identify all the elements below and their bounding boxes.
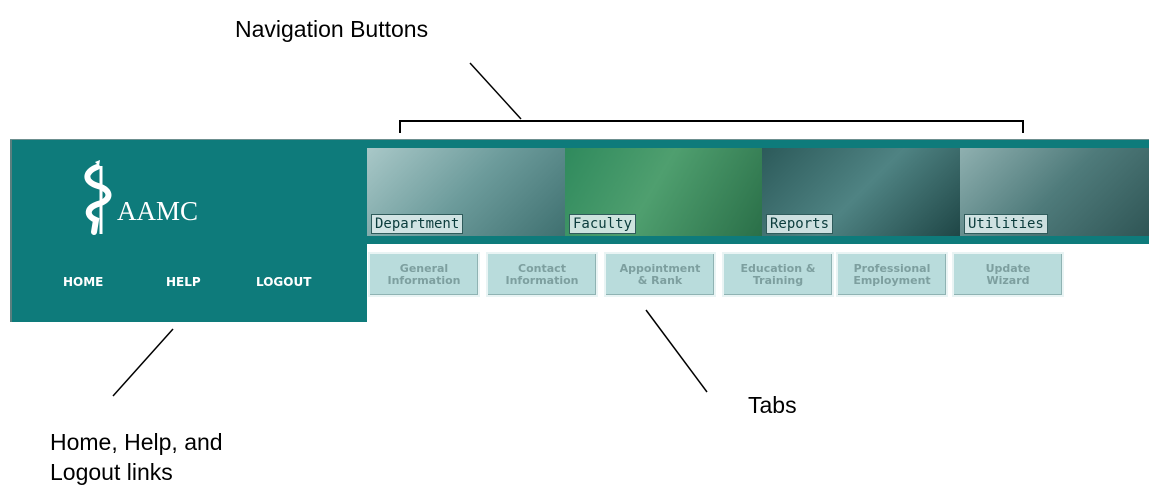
links-pointer-line — [112, 328, 174, 397]
navigation-bracket — [399, 120, 1024, 133]
tabs-pointer-line — [645, 309, 708, 393]
callout-lines — [112, 62, 1024, 397]
navigation-pointer-line — [469, 62, 522, 120]
